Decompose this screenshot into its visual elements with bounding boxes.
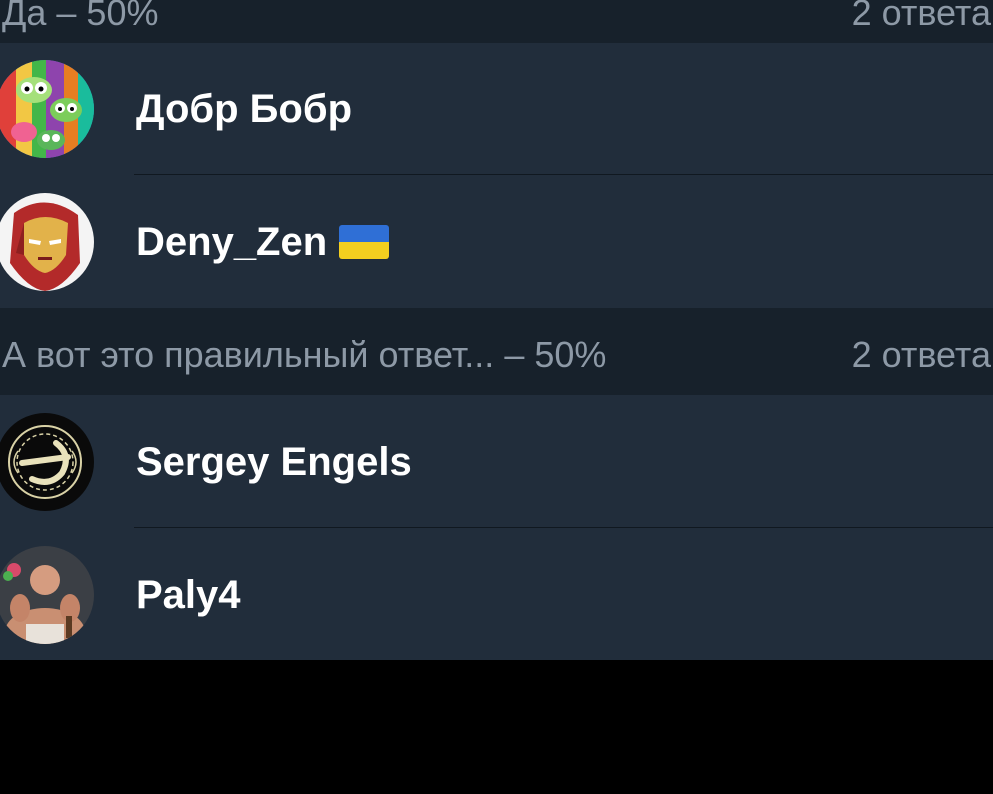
ornamental-emblem-avatar [0,413,94,511]
voter-name: Sergey Engels [136,440,412,484]
poll-results-list: Да – 50% 2 ответа Добр Бобр Deny_Zen А в… [0,0,993,660]
section-count: 2 ответа [851,0,991,33]
voter-name: Paly4 [136,573,241,617]
voter-row[interactable]: Deny_Zen [0,176,993,308]
section-header: Да – 50% 2 ответа [0,0,993,43]
colorful-cartoon-avatar [0,60,94,158]
muscular-man-photo-avatar [0,546,94,644]
section-title: Да – 50% [2,0,159,33]
voter-name: Добр Бобр [136,87,352,131]
iron-man-avatar [0,193,94,291]
voter-row[interactable]: Добр Бобр [0,43,993,175]
voter-row[interactable]: Sergey Engels [0,396,993,528]
ukraine-flag-icon [339,225,390,259]
section-count: 2 ответа [851,334,991,375]
divider [134,527,993,528]
section-header: А вот это правильный ответ... – 50% 2 от… [0,308,993,395]
divider [134,174,993,175]
section-title: А вот это правильный ответ... – 50% [2,334,607,375]
voter-name: Deny_Zen [136,176,390,308]
voter-row[interactable]: Paly4 [0,529,993,660]
